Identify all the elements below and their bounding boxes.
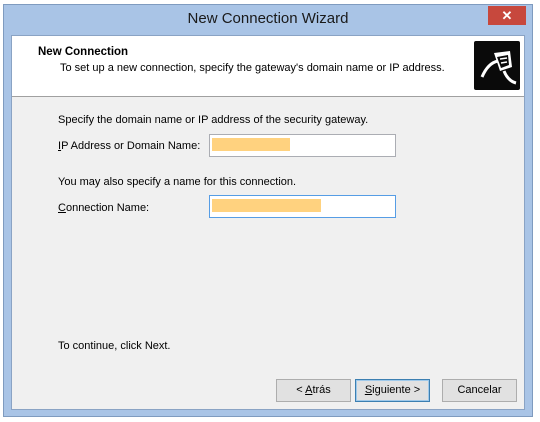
- redacted-connection-name: [212, 199, 321, 212]
- window-title: New Connection Wizard: [187, 10, 349, 27]
- connection-name-input[interactable]: [209, 195, 396, 218]
- network-plug-icon: [474, 41, 520, 90]
- close-icon: ✕: [501, 8, 513, 23]
- name-instruction: You may also specify a name for this con…: [58, 176, 297, 188]
- address-input[interactable]: [209, 134, 396, 157]
- address-instruction: Specify the domain name or IP address of…: [58, 114, 369, 126]
- back-button[interactable]: < Atrás: [276, 379, 351, 402]
- redacted-address-value: [212, 138, 290, 151]
- wizard-header: New Connection To set up a new connectio…: [12, 36, 524, 97]
- cancel-button[interactable]: Cancelar: [442, 379, 517, 402]
- continue-hint: To continue, click Next.: [58, 340, 171, 352]
- close-button[interactable]: ✕: [488, 6, 526, 25]
- wizard-client-area: New Connection To set up a new connectio…: [11, 35, 525, 410]
- next-button[interactable]: Siguiente >: [355, 379, 430, 402]
- address-label: IP Address or Domain Name:: [58, 140, 201, 152]
- title-bar[interactable]: New Connection Wizard ✕: [4, 5, 532, 35]
- connection-name-label: Connection Name:: [58, 202, 150, 214]
- header-subtitle: To set up a new connection, specify the …: [60, 62, 445, 74]
- header-title: New Connection: [38, 46, 129, 58]
- wizard-window: New Connection Wizard ✕ New Connection T…: [3, 4, 533, 417]
